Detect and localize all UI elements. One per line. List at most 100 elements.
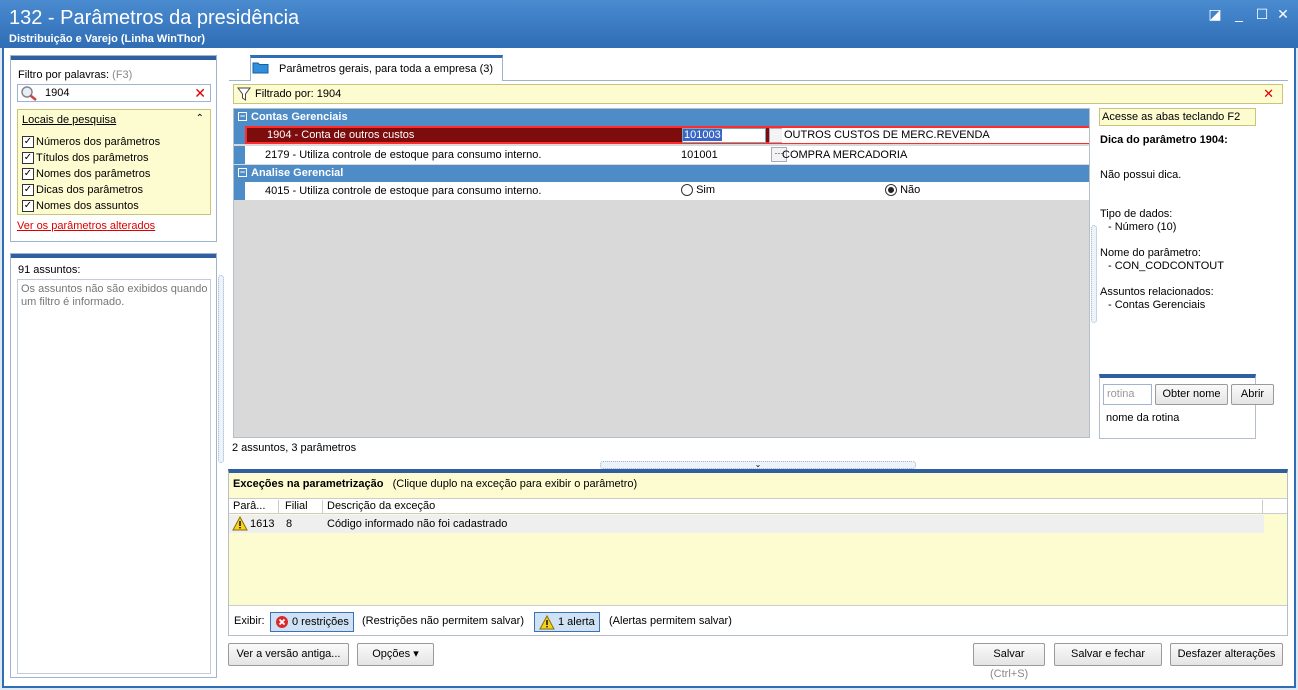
routine-name-hint: nome da rotina: [1106, 412, 1180, 424]
save-and-close-button[interactable]: Salvar e fechar: [1054, 643, 1162, 666]
close-icon[interactable]: ✕: [1273, 6, 1293, 22]
hint-title: Dica do parâmetro 1904:: [1100, 134, 1228, 146]
save-button[interactable]: Salvar: [973, 643, 1045, 666]
param-name: 1904 - Conta de outros custos: [267, 129, 415, 141]
tabs-hint: Acesse as abas teclando F2: [1099, 108, 1256, 126]
params-grid: − Contas Gerenciais 1904 - Conta de outr…: [233, 108, 1090, 438]
grid-status: 2 assuntos, 3 parâmetros: [232, 442, 357, 454]
right-splitter[interactable]: [1091, 225, 1097, 323]
restrictions-hint: (Restrições não permitem salvar): [362, 615, 524, 627]
alerts-hint: (Alertas permitem salvar): [609, 615, 732, 627]
exception-param: 1613: [250, 518, 275, 530]
data-type-value: - Número (10): [1108, 221, 1177, 233]
checkbox-checked-icon[interactable]: ✓: [22, 136, 34, 148]
filter-bar: Filtrado por: 1904 ✕: [233, 84, 1283, 104]
param-row[interactable]: 2179 - Utiliza controle de estoque para …: [245, 146, 1089, 164]
exceptions-header: Parâ... Filial Descrição da exceção: [229, 498, 1287, 514]
routine-input[interactable]: rotina: [1103, 384, 1152, 405]
param-row[interactable]: 1904 - Conta de outros custos 101003 ···…: [245, 126, 1089, 144]
clear-search-icon[interactable]: ✕: [194, 85, 206, 102]
options-button[interactable]: Opções ▾: [357, 643, 434, 666]
checkbox-checked-icon[interactable]: ✓: [22, 200, 34, 212]
checkbox-checked-icon[interactable]: ✓: [22, 168, 34, 180]
search-value: 1904: [45, 87, 70, 99]
old-version-button[interactable]: Ver a versão antiga...: [228, 643, 349, 666]
show-filter-bar: Exibir: 0 restrições (Restrições não per…: [229, 605, 1287, 635]
col-description[interactable]: Descrição da exceção: [323, 500, 1263, 514]
exception-row[interactable]: 1613 8 Código informado não foi cadastra…: [229, 515, 1264, 533]
dropdown-arrow-icon: ▾: [413, 648, 419, 660]
location-option[interactable]: ✓ Nomes dos parâmetros: [22, 166, 150, 182]
group-header[interactable]: − Contas Gerenciais: [234, 109, 1089, 126]
routine-panel: rotina Obter nome Abrir nome da rotina: [1099, 374, 1274, 439]
show-label: Exibir:: [234, 615, 265, 627]
funnel-icon: [237, 87, 251, 101]
param-value-input[interactable]: 101003: [682, 128, 766, 143]
collapse-minus-icon[interactable]: −: [238, 168, 247, 177]
checkbox-checked-icon[interactable]: ✓: [22, 184, 34, 196]
location-option[interactable]: ✓ Dicas dos parâmetros: [22, 182, 143, 198]
filter-text: Filtrado por: 1904: [255, 88, 342, 100]
param-name: 2179 - Utiliza controle de estoque para …: [265, 149, 542, 161]
param-name-label: Nome do parâmetro:: [1100, 247, 1201, 259]
location-option[interactable]: ✓ Títulos dos parâmetros: [22, 150, 149, 166]
param-name-value: - CON_CODCONTOUT: [1108, 260, 1224, 272]
folder-icon: [252, 62, 269, 74]
exceptions-panel: Exceções na parametrização (Clique duplo…: [228, 469, 1288, 636]
param-row[interactable]: 4015 - Utiliza controle de estoque para …: [245, 182, 1089, 200]
radio-empty-icon[interactable]: [681, 184, 693, 197]
search-icon: [21, 86, 37, 101]
hint-text: Não possui dica.: [1100, 169, 1182, 181]
title-bar: 132 - Parâmetros da presidência Distribu…: [0, 0, 1298, 48]
param-value[interactable]: 101001: [681, 149, 718, 161]
maximize-icon[interactable]: ☐: [1252, 6, 1272, 22]
collapse-up-icon[interactable]: ⌃: [196, 113, 204, 124]
location-option[interactable]: ✓ Números dos parâmetros: [22, 134, 160, 150]
subjects-list[interactable]: Os assuntos não são exibidos quando um f…: [17, 279, 211, 674]
clear-filter-icon[interactable]: ✕: [1263, 86, 1274, 102]
alerts-toggle[interactable]: 1 alerta: [534, 612, 600, 632]
radio-selected-icon[interactable]: [885, 184, 897, 197]
view-changed-params-link[interactable]: Ver os parâmetros alterados: [17, 220, 155, 232]
get-name-button[interactable]: Obter nome: [1155, 384, 1228, 405]
restore-layout-icon[interactable]: ◪: [1205, 6, 1225, 22]
search-locations-title: Locais de pesquisa: [22, 114, 117, 126]
minimize-icon[interactable]: _: [1229, 6, 1249, 22]
filter-label: Filtro por palavras: (F3): [18, 69, 133, 81]
col-filial[interactable]: Filial: [281, 500, 323, 514]
error-icon: [276, 616, 288, 628]
param-value-desc: OUTROS CUSTOS DE MERC.REVENDA: [782, 128, 1089, 143]
location-option[interactable]: ✓ Nomes dos assuntos: [22, 198, 139, 214]
related-subjects-value: - Contas Gerenciais: [1108, 299, 1206, 311]
open-button[interactable]: Abrir: [1231, 384, 1274, 405]
param-name: 4015 - Utiliza controle de estoque para …: [265, 185, 542, 197]
save-shortcut: (Ctrl+S): [990, 668, 1029, 680]
subjects-panel: 91 assuntos: Os assuntos não são exibido…: [10, 253, 217, 678]
param-value-desc: COMPRA MERCADORIA: [782, 149, 908, 161]
exception-filial: 8: [286, 518, 293, 530]
data-type-label: Tipo de dados:: [1100, 208, 1173, 220]
subjects-count: 91 assuntos:: [18, 264, 81, 276]
search-locations-box: Locais de pesquisa ⌃ ✓ Números dos parâm…: [17, 109, 211, 215]
radio-yes[interactable]: Sim: [681, 184, 715, 197]
filter-panel: Filtro por palavras: (F3) 1904 ✕ Locais …: [10, 55, 217, 242]
radio-no[interactable]: Não: [885, 184, 920, 197]
left-splitter[interactable]: [218, 275, 224, 463]
window-title: 132 - Parâmetros da presidência: [9, 7, 300, 29]
collapse-minus-icon[interactable]: −: [238, 112, 247, 121]
subjects-message: Os assuntos não são exibidos quando um f…: [21, 283, 208, 308]
col-param[interactable]: Parâ...: [229, 500, 279, 514]
bottom-splitter[interactable]: ⌄: [600, 461, 916, 469]
exceptions-title: Exceções na parametrização (Clique duplo…: [233, 478, 638, 490]
window-subtitle: Distribuição e Varejo (Linha WinThor): [9, 33, 206, 45]
related-subjects-label: Assuntos relacionados:: [1100, 286, 1214, 298]
checkbox-checked-icon[interactable]: ✓: [22, 152, 34, 164]
search-input[interactable]: 1904 ✕: [17, 84, 211, 102]
undo-changes-button[interactable]: Desfazer alterações: [1170, 643, 1283, 666]
group-header[interactable]: − Analise Gerencial: [234, 165, 1089, 182]
warning-icon: [539, 614, 555, 629]
warning-icon: [232, 516, 248, 531]
tab-general-params[interactable]: Parâmetros gerais, para toda a empresa (…: [250, 55, 503, 81]
restrictions-toggle[interactable]: 0 restrições: [270, 612, 354, 632]
exception-desc: Código informado não foi cadastrado: [327, 518, 508, 530]
